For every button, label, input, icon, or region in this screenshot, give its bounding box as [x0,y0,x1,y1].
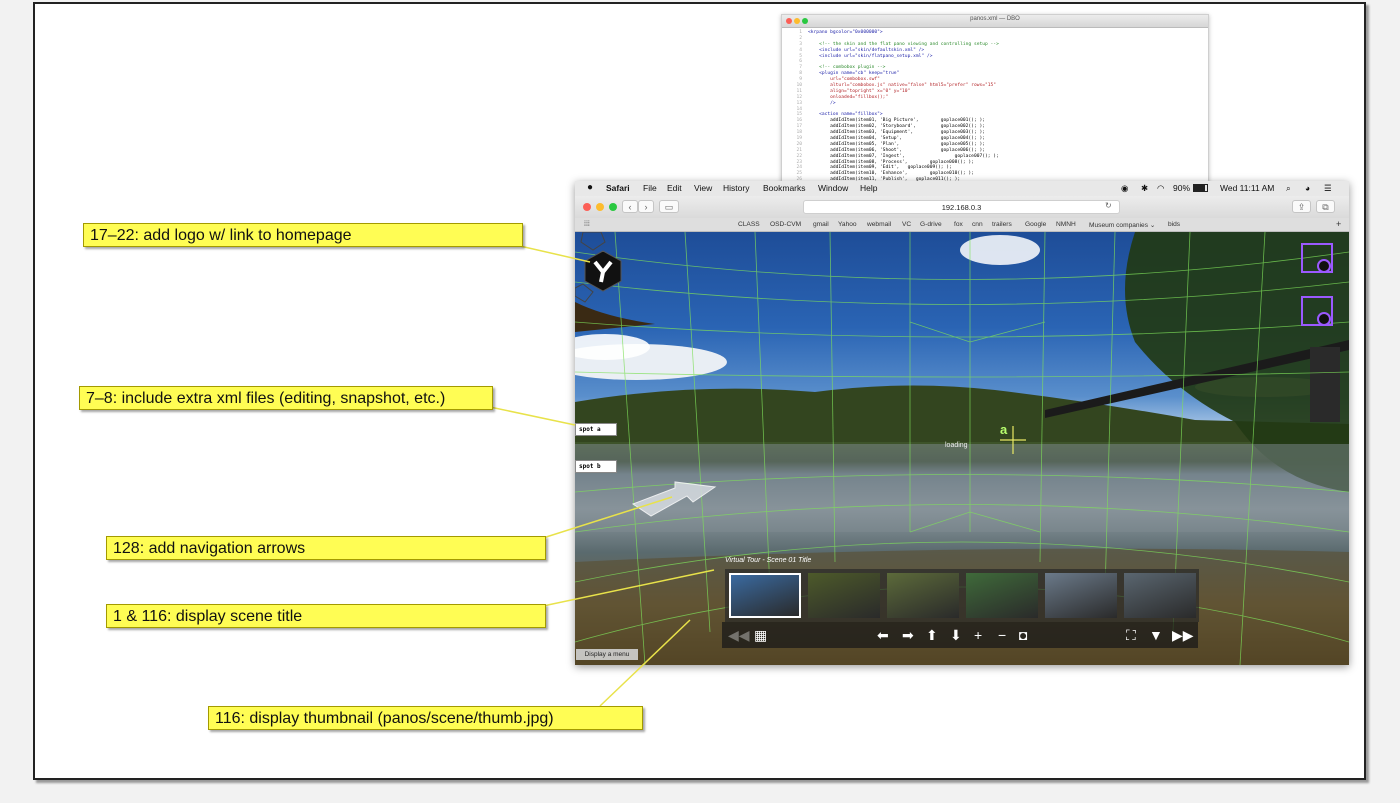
callout-thumb: 116: display thumbnail (panos/scene/thum… [208,706,643,730]
connector-xml [489,406,576,426]
callout-title: 1 & 116: display scene title [106,604,546,628]
callout-logo: 17–22: add logo w/ link to homepage [83,223,523,247]
connector-title [542,569,715,607]
connector-logo [519,245,591,263]
connector-arrows [542,496,673,539]
callout-xml: 7–8: include extra xml files (editing, s… [79,386,493,410]
connector-thumb [599,619,691,707]
callout-arrows: 128: add navigation arrows [106,536,546,560]
